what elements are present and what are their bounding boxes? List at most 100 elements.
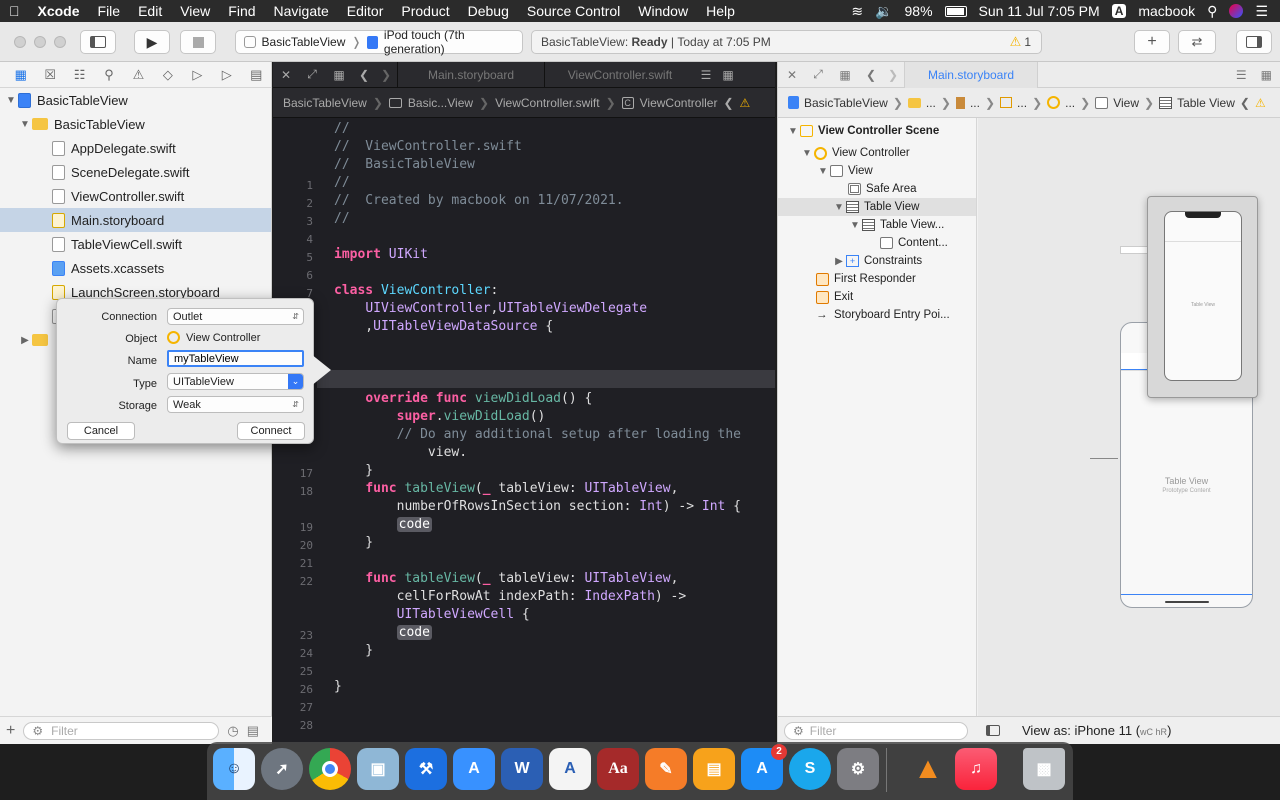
jump-view[interactable]: View [1113,96,1139,110]
breakpoint-icon[interactable]: ▷ [212,67,241,83]
toggle-inspector-button[interactable] [1236,30,1272,54]
debug-icon[interactable]: ▷ [183,67,212,83]
storage-select[interactable]: Weak ⇵ [167,396,304,413]
close-window-button[interactable] [14,36,26,48]
launchpad-icon[interactable]: ➚ [261,748,303,790]
navigator-filter-input[interactable]: ⚙ Filter [23,721,220,740]
menu-edit[interactable]: Edit [129,3,171,19]
spotlight-icon[interactable]: ⚲ [1207,3,1217,20]
adjust-editor-icon[interactable]: ☰ [695,68,717,82]
tree-file-row[interactable]: AppDelegate.swift [0,136,271,160]
add-editor-icon[interactable]: ▦ [1261,68,1280,82]
chevron-down-icon[interactable]: ⌄ [288,374,303,389]
pages-icon[interactable]: ✎ [645,748,687,790]
outline-row-first-responder[interactable]: First Responder [816,270,916,288]
disclosure-triangle-icon[interactable]: ▼ [18,119,32,130]
vlc-icon[interactable]: ▲ [907,748,949,790]
code-placeholder[interactable]: code [396,517,432,532]
menu-view[interactable]: View [171,3,219,19]
tree-file-row[interactable]: Assets.xcassets [0,256,271,280]
symbol-icon[interactable]: ☷ [65,67,94,83]
jump-project[interactable]: BasicTableView [283,96,367,110]
related-items-icon[interactable]: ▦ [830,68,860,82]
dictionary-icon[interactable]: Aa [597,748,639,790]
clock[interactable]: Sun 11 Jul 7:05 PM [979,3,1100,19]
volume-icon[interactable]: 🔉 [875,3,892,20]
disclosure-triangle-icon[interactable]: ▼ [800,148,814,159]
apple-icon[interactable]:  [0,3,29,19]
battery-icon[interactable] [944,5,967,17]
outline-row-view[interactable]: ▼ View [816,162,873,180]
entry-point-arrow[interactable] [1090,458,1118,459]
library-button[interactable]: + [1134,30,1170,54]
jump-project[interactable]: BasicTableView [804,96,888,110]
menu-app[interactable]: Xcode [29,3,89,19]
source-control-icon[interactable]: ☒ [35,67,64,83]
skype-icon[interactable]: S [789,748,831,790]
siri-icon[interactable] [1229,4,1244,18]
disclosure-triangle-icon[interactable]: ▶ [832,256,846,267]
tree-file-row[interactable]: SceneDelegate.swift [0,160,271,184]
jump-file[interactable]: ... [970,96,980,110]
user-menu[interactable]: macbook [1138,3,1195,19]
add-icon[interactable]: + [6,722,15,740]
stop-button[interactable] [180,30,216,54]
word-icon[interactable]: W [501,748,543,790]
outline-row-entry-point[interactable]: → Storyboard Entry Poi... [816,306,950,324]
notification-center-icon[interactable]: ☰ [1255,3,1268,20]
forward-icon[interactable]: ❯ [882,68,904,82]
type-combobox[interactable]: UITableView ⌄ [167,373,304,390]
back-icon[interactable]: ❮ [860,68,882,82]
code-placeholder[interactable]: code [396,625,432,640]
zoom-window-button[interactable] [54,36,66,48]
prev-issue-icon[interactable]: ❮ [1240,96,1250,110]
add-editor-icon[interactable]: ▦ [717,68,739,82]
recent-files-icon[interactable]: ◷ [227,723,238,739]
menu-source-control[interactable]: Source Control [518,3,629,19]
jump-scene[interactable]: ... [1017,96,1027,110]
name-input[interactable] [167,350,304,367]
code-review-button[interactable]: ⇄ [1178,30,1216,54]
disclosure-triangle-icon[interactable]: ▼ [4,95,18,106]
warning-indicator[interactable]: ⚠ 1 [1010,34,1041,50]
menu-find[interactable]: Find [219,3,264,19]
outline-row-exit[interactable]: Exit [816,288,853,306]
outline-row-safe-area[interactable]: Safe Area [848,180,917,198]
outline-filter-input[interactable]: ⚙ Filter [784,721,968,740]
adjust-editor-icon[interactable]: ☰ [1236,68,1261,82]
storyboard-canvas[interactable]: Table View Prototype Content Table View [978,118,1280,716]
issue-icon[interactable]: ⚠ [124,67,153,83]
run-button[interactable]: ▶ [134,30,170,54]
outline-row-constraints[interactable]: ▶ + Constraints [832,252,922,270]
preview-icon[interactable]: ▣ [357,748,399,790]
menu-help[interactable]: Help [697,3,744,19]
menu-debug[interactable]: Debug [459,3,518,19]
outline-row-table-view[interactable]: ▼ Table View [778,198,976,216]
minimize-window-button[interactable] [34,36,46,48]
music-icon[interactable]: ♫ [955,748,997,790]
disclosure-triangle-icon[interactable]: ▶ [18,335,32,346]
instruments-icon[interactable]: A [453,748,495,790]
menu-file[interactable]: File [89,3,130,19]
jump-table-view[interactable]: Table View [1177,96,1235,110]
prev-issue-icon[interactable]: ❮ [723,96,733,110]
related-items-icon[interactable]: ▦ [325,68,353,82]
input-source-icon[interactable]: A [1111,4,1127,18]
chrome-icon[interactable] [309,748,351,790]
jump-vc[interactable]: ... [1065,96,1075,110]
canvas-table-view[interactable]: Table View Prototype Content [1121,369,1252,595]
scheme-selector[interactable]: BasicTableView ❭ iPod touch (7th generat… [235,28,523,56]
report-icon[interactable]: ▤ [242,67,271,83]
back-icon[interactable]: ❮ [353,68,375,82]
jump-file[interactable]: ViewController.swift [495,96,599,110]
warning-icon[interactable]: ⚠ [740,96,751,110]
menu-window[interactable]: Window [629,3,697,19]
tree-project-row[interactable]: ▼ BasicTableView [0,88,271,112]
test-icon[interactable]: ◇ [153,67,182,83]
tab-main-storyboard[interactable]: Main.storyboard [904,61,1038,88]
view-as-control[interactable]: View as: iPhone 11 (wC hR) [1022,723,1171,738]
finder-icon[interactable]: ☺ [213,748,255,790]
tree-file-row[interactable]: TableViewCell.swift [0,232,271,256]
tree-folder-row[interactable]: ▼ BasicTableView [0,112,271,136]
xcode-icon[interactable]: ⚒ [405,748,447,790]
